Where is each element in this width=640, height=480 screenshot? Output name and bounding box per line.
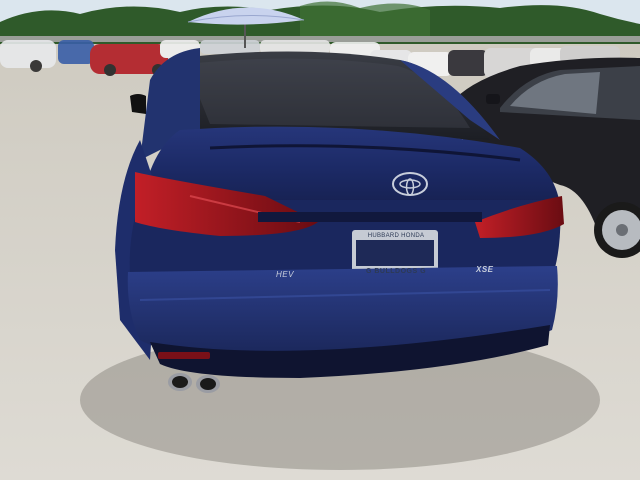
light-bar bbox=[258, 212, 482, 222]
plate-frame-bottom-text: G BULLDOGS G bbox=[365, 268, 427, 275]
plate-frame-top-text: HUBBARD HONDA bbox=[367, 233, 425, 239]
trim-badge: XSE bbox=[476, 265, 494, 274]
license-plate bbox=[356, 240, 434, 266]
hybrid-badge: HEV bbox=[276, 270, 294, 279]
photo-scene: HUBBARD HONDA G BULLDOGS G HEV XSE bbox=[0, 0, 640, 480]
side-mirror bbox=[130, 94, 146, 114]
tree-highlight bbox=[300, 1, 430, 41]
photo-svg bbox=[0, 0, 640, 480]
